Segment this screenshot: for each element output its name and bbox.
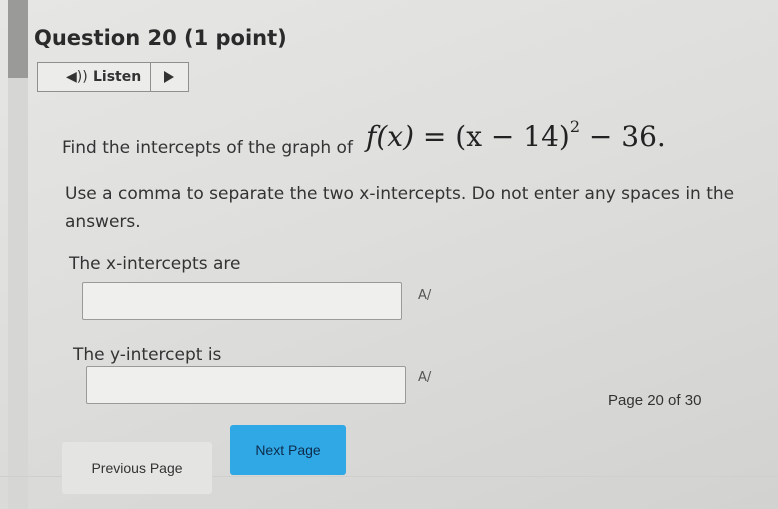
- x-intercepts-label: The x-intercepts are: [69, 254, 241, 274]
- previous-page-button[interactable]: Previous Page: [62, 442, 212, 494]
- formula-tail: − 36.: [588, 120, 666, 153]
- instruction-line-1: Use a comma to separate the two x-interc…: [65, 184, 735, 204]
- x-intercepts-input[interactable]: [82, 282, 402, 320]
- next-page-button[interactable]: Next Page: [230, 425, 346, 475]
- function-formula: f(x) = (x − 14)2 − 36.: [366, 116, 666, 153]
- formula-exponent: 2: [569, 116, 581, 136]
- formula-equals: =: [422, 120, 447, 153]
- listen-control[interactable]: ◀)) Listen: [37, 62, 189, 92]
- left-accent-bar-light: [8, 78, 28, 509]
- left-accent-bar: [8, 0, 28, 78]
- formula-lhs: f(x): [366, 120, 415, 153]
- y-intercept-label: The y-intercept is: [73, 345, 222, 365]
- spellcheck-icon[interactable]: A/: [418, 288, 431, 303]
- play-icon[interactable]: [164, 71, 174, 83]
- speaker-icon: ◀)): [66, 69, 88, 85]
- question-title: Question 20 (1 point): [34, 26, 287, 50]
- page-indicator: Page 20 of 30: [608, 392, 702, 409]
- listen-divider: [150, 63, 151, 91]
- instruction-line-2: answers.: [65, 212, 141, 232]
- listen-label: Listen: [93, 69, 142, 85]
- y-intercept-input[interactable]: [86, 366, 406, 404]
- spellcheck-icon[interactable]: A/: [418, 370, 431, 385]
- prompt-text: Find the intercepts of the graph of: [62, 138, 353, 158]
- formula-base: (x − 14): [455, 120, 570, 153]
